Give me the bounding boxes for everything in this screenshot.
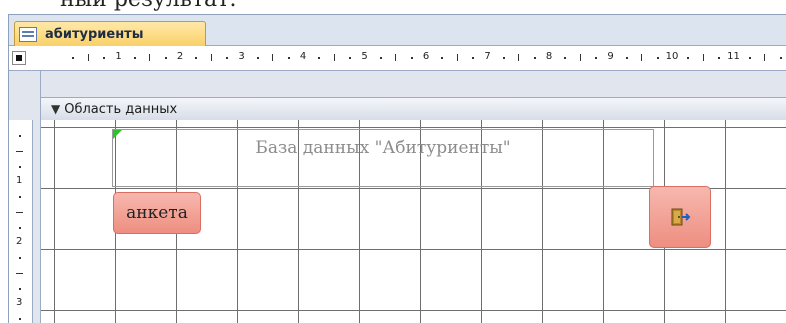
ruler-half-tick: [16, 150, 23, 152]
form-selector-box[interactable]: [12, 51, 26, 65]
ruler-tick: [349, 57, 352, 59]
ruler-mark: 2: [16, 236, 23, 247]
ruler-mark: 8: [545, 51, 553, 62]
ruler-tick: [318, 57, 321, 59]
ruler-tick: [533, 57, 536, 59]
horizontal-ruler-row: 123456789101112: [9, 46, 786, 71]
ruler-half-tick: [579, 54, 581, 61]
ruler-half-tick: [333, 54, 335, 61]
ruler-tick: [19, 318, 21, 321]
document-tab-bar: абитуриенты: [9, 15, 786, 47]
ruler-half-tick: [16, 272, 23, 274]
ruler-half-tick: [641, 54, 643, 61]
ruler-half-tick: [272, 54, 274, 61]
ruler-half-tick: [16, 211, 23, 213]
ruler-tick: [19, 135, 21, 138]
ruler-tick: [564, 57, 567, 59]
ruler-tick: [410, 57, 413, 59]
ruler-tick: [133, 57, 136, 59]
ruler-mark: 7: [484, 51, 491, 62]
ruler-tick: [502, 57, 505, 59]
ruler-tick: [779, 57, 782, 59]
ruler-tick: [103, 57, 106, 59]
anketa-button[interactable]: анкета: [113, 192, 201, 234]
ruler-mark: 11: [727, 51, 740, 62]
ruler-mark: 1: [115, 51, 122, 62]
ruler-tick: [748, 57, 751, 59]
title-label-text: База данных "Абитуриенты": [255, 138, 511, 158]
section-label: Область данных: [64, 101, 178, 117]
vertical-ruler[interactable]: 1 2 3: [9, 120, 33, 323]
caption-text: ный результат:: [60, 0, 237, 12]
ruler-tick: [687, 57, 690, 59]
ruler-half-tick: [456, 54, 458, 61]
ruler-tick: [19, 287, 21, 290]
tab-abiturienty[interactable]: абитуриенты: [14, 21, 206, 47]
ruler-half-tick: [395, 54, 397, 61]
ruler-mark: 9: [607, 51, 614, 62]
ruler-tick: [256, 57, 259, 59]
ruler-mark: 4: [299, 51, 307, 62]
ruler-mark: 2: [176, 51, 184, 62]
ruler-mark: 10: [665, 51, 679, 62]
ruler-half-tick: [149, 54, 151, 61]
detail-section-bar[interactable]: ▼ Область данных: [41, 97, 786, 121]
exit-door-icon: [671, 208, 691, 226]
ruler-half-tick: [764, 54, 766, 61]
ruler-tick: [19, 226, 21, 229]
ruler-tick: [625, 57, 628, 59]
ruler-half-tick: [702, 54, 704, 61]
ruler-tick: [164, 57, 167, 59]
design-grid[interactable]: База данных "Абитуриенты" анкета: [41, 120, 786, 323]
ruler-mark: 3: [16, 297, 23, 308]
horizontal-ruler[interactable]: 123456789101112: [57, 46, 786, 70]
form-icon: [19, 27, 37, 42]
ruler-mark: 5: [361, 51, 368, 62]
ruler-tick: [72, 57, 75, 59]
exit-button[interactable]: [649, 186, 711, 248]
ruler-tick: [195, 57, 198, 59]
title-label-control[interactable]: База данных "Абитуриенты": [112, 129, 654, 187]
ruler-tick: [19, 196, 21, 199]
form-design-window: абитуриенты 123456789101112 ▼ Область да…: [8, 14, 786, 323]
ruler-tick: [441, 57, 444, 59]
ruler-tick: [472, 57, 475, 59]
ruler-tick: [595, 57, 598, 59]
ruler-mark: 1: [16, 175, 23, 186]
ruler-tick: [656, 57, 659, 59]
ruler-half-tick: [210, 54, 212, 61]
ruler-tick: [226, 57, 229, 59]
ruler-mark: 6: [422, 51, 430, 62]
ruler-mark: 3: [238, 51, 245, 62]
ruler-tick: [287, 57, 290, 59]
ruler-half-tick: [87, 54, 89, 61]
ruler-half-tick: [518, 54, 520, 61]
ruler-tick: [19, 165, 21, 168]
tab-label: абитуриенты: [45, 27, 144, 42]
section-arrow-icon: ▼: [51, 102, 61, 116]
ruler-tick: [718, 57, 721, 59]
ruler-tick: [379, 57, 382, 59]
ruler-tick: [19, 257, 21, 260]
